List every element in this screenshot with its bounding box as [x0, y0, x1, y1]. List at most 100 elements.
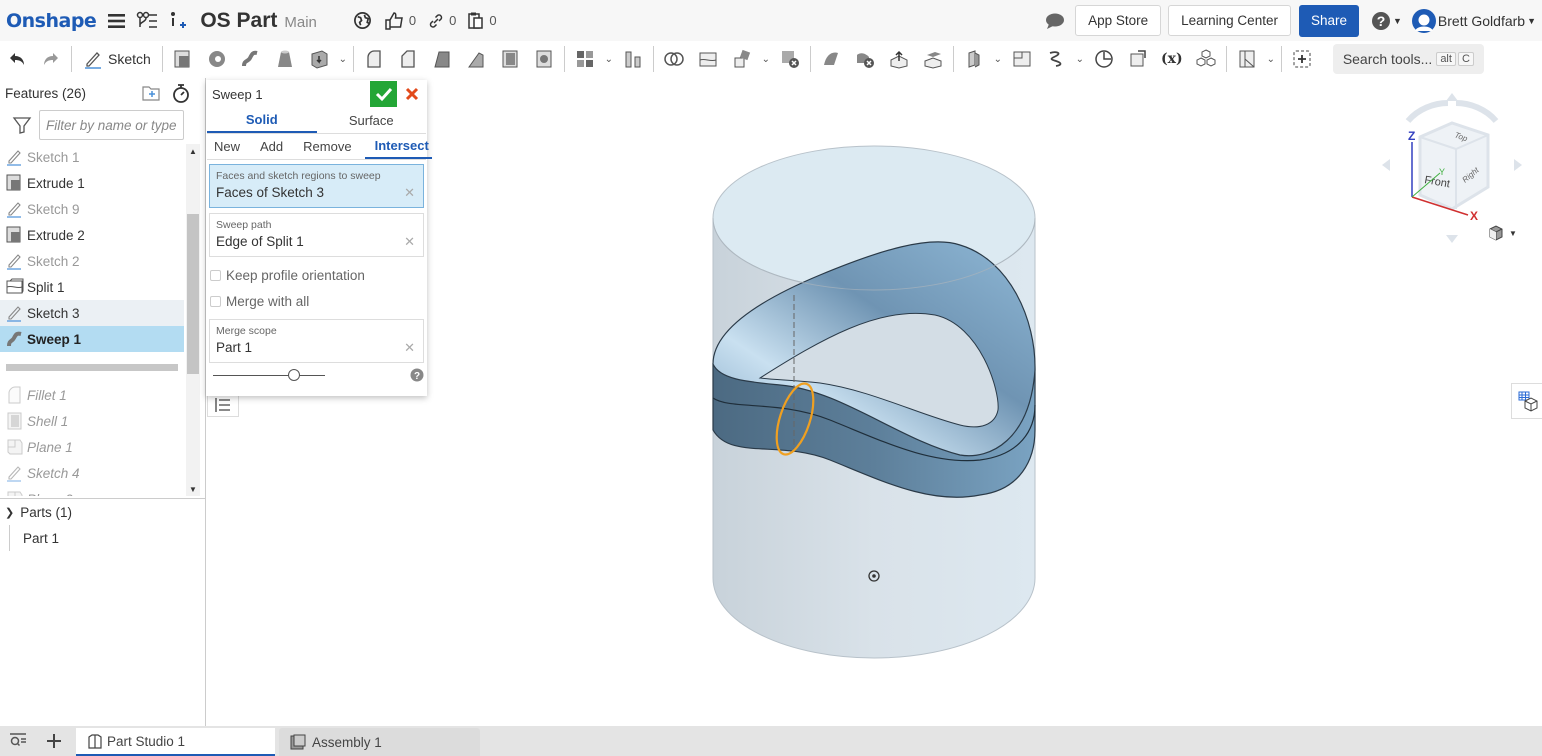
- faces-to-sweep-field[interactable]: Faces and sketch regions to sweep Faces …: [209, 164, 424, 208]
- tab-intersect[interactable]: Intersect: [364, 134, 432, 159]
- comments-icon[interactable]: [1045, 12, 1065, 30]
- tab-part-studio-1[interactable]: Part Studio 1: [76, 728, 275, 756]
- feature-list-toggle[interactable]: [207, 393, 239, 417]
- rollback-bar[interactable]: [6, 364, 178, 371]
- help-icon[interactable]: ?: [410, 368, 424, 385]
- user-dropdown-caret[interactable]: ▼: [1527, 16, 1536, 26]
- document-title[interactable]: OS Part: [200, 9, 277, 33]
- copy-icon[interactable]: [468, 12, 484, 30]
- measure-tool[interactable]: [1087, 44, 1121, 74]
- rotate-down-arrow[interactable]: [1446, 235, 1458, 243]
- view-mode-dropdown[interactable]: ▼: [1487, 224, 1517, 242]
- more-tools-dropdown[interactable]: ⌄: [336, 54, 350, 65]
- tab-surface[interactable]: Surface: [317, 108, 427, 133]
- plane-dropdown[interactable]: ⌄: [991, 54, 1005, 65]
- branch-name[interactable]: Main: [284, 14, 317, 31]
- menu-icon[interactable]: [108, 13, 126, 29]
- user-name[interactable]: Brett Goldfarb: [1438, 13, 1525, 29]
- checkbox-box[interactable]: [210, 295, 221, 307]
- feature-item[interactable]: Sketch 3: [0, 300, 184, 326]
- mate-connector-tool[interactable]: [1005, 44, 1039, 74]
- feature-list-scrollbar[interactable]: ▲ ▼: [186, 144, 200, 496]
- sweep-path-field[interactable]: Sweep path Edge of Split 1 ✕: [209, 213, 424, 257]
- tab-solid[interactable]: Solid: [207, 108, 317, 133]
- scroll-down-arrow[interactable]: ▼: [189, 485, 197, 494]
- section-view-dropdown[interactable]: ⌄: [1264, 54, 1278, 65]
- helix-tool[interactable]: [1039, 44, 1073, 74]
- feature-item[interactable]: Extrude 1: [0, 170, 184, 196]
- cancel-button[interactable]: [402, 83, 422, 105]
- link-icon[interactable]: [428, 13, 444, 29]
- derived-tool[interactable]: [1121, 44, 1155, 74]
- tab-remove[interactable]: Remove: [298, 134, 356, 159]
- version-history-icon[interactable]: [136, 11, 158, 31]
- tab-manager-icon[interactable]: [9, 733, 27, 749]
- undo-button[interactable]: [0, 44, 34, 74]
- feature-item[interactable]: Plane 2: [0, 486, 184, 496]
- add-tab-icon[interactable]: [46, 733, 62, 749]
- section-view-tool[interactable]: [1230, 44, 1264, 74]
- learning-center-button[interactable]: Learning Center: [1168, 5, 1291, 36]
- transform-tool[interactable]: [725, 44, 759, 74]
- search-tools-input[interactable]: Search tools... alt C: [1332, 44, 1484, 74]
- rotate-up-arrow[interactable]: [1446, 93, 1458, 101]
- sketch-button[interactable]: Sketch: [75, 44, 159, 74]
- split-tool[interactable]: [691, 44, 725, 74]
- plane-tool[interactable]: [957, 44, 991, 74]
- feature-item[interactable]: Plane 1: [0, 434, 184, 460]
- tab-assembly-1[interactable]: Assembly 1: [279, 728, 480, 756]
- part-item[interactable]: Part 1: [9, 525, 205, 551]
- roll-right-arrow[interactable]: [1455, 100, 1499, 124]
- parts-header[interactable]: ❯ Parts (1): [0, 499, 205, 525]
- scrollbar-thumb[interactable]: [187, 214, 199, 374]
- pattern-tool[interactable]: [568, 44, 602, 74]
- shell-tool[interactable]: [493, 44, 527, 74]
- feature-item[interactable]: Shell 1: [0, 408, 184, 434]
- scroll-up-arrow[interactable]: ▲: [189, 147, 197, 156]
- share-button[interactable]: Share: [1298, 4, 1359, 37]
- draft-tool[interactable]: [425, 44, 459, 74]
- rib-tool[interactable]: [459, 44, 493, 74]
- rotate-left-arrow[interactable]: [1382, 159, 1390, 171]
- help-icon[interactable]: ?: [1371, 11, 1391, 31]
- clear-merge-scope-icon[interactable]: ✕: [404, 340, 415, 356]
- keep-profile-orientation-checkbox[interactable]: Keep profile orientation: [206, 262, 427, 288]
- onshape-logo[interactable]: Onshape: [6, 10, 97, 32]
- transform-dropdown[interactable]: ⌄: [759, 54, 773, 65]
- slider-thumb[interactable]: [287, 369, 300, 381]
- feature-item[interactable]: Extrude 2: [0, 222, 184, 248]
- tab-new[interactable]: New: [209, 134, 245, 159]
- preview-slider[interactable]: ?: [206, 363, 427, 387]
- loft-tool[interactable]: [268, 44, 302, 74]
- help-dropdown-caret[interactable]: ▼: [1393, 16, 1402, 26]
- globe-icon[interactable]: [353, 11, 372, 30]
- modify-fillet-tool[interactable]: [814, 44, 848, 74]
- app-store-button[interactable]: App Store: [1075, 5, 1162, 36]
- thicken-tool[interactable]: [302, 44, 336, 74]
- add-custom-feature-tool[interactable]: [1285, 44, 1319, 74]
- rotate-right-arrow[interactable]: [1514, 159, 1522, 171]
- fillet-tool[interactable]: [357, 44, 391, 74]
- variable-tool[interactable]: (x): [1155, 44, 1189, 74]
- feature-item[interactable]: Sketch 2: [0, 248, 184, 274]
- checkbox-box[interactable]: [210, 269, 221, 281]
- clear-faces-icon[interactable]: ✕: [404, 185, 415, 201]
- boolean-tool[interactable]: [657, 44, 691, 74]
- extrude-tool[interactable]: [166, 44, 200, 74]
- filter-icon[interactable]: [12, 116, 32, 134]
- feature-item[interactable]: Sketch 1: [0, 144, 184, 170]
- feature-item[interactable]: Sweep 1: [0, 326, 184, 352]
- merge-with-all-checkbox[interactable]: Merge with all: [206, 288, 427, 314]
- tab-add[interactable]: Add: [255, 134, 288, 159]
- add-folder-icon[interactable]: [141, 84, 161, 102]
- like-icon[interactable]: [384, 11, 404, 31]
- rollback-timer-icon[interactable]: [171, 83, 191, 103]
- user-avatar-icon[interactable]: [1411, 8, 1436, 33]
- pattern-dropdown[interactable]: ⌄: [602, 54, 616, 65]
- merge-scope-field[interactable]: Merge scope Part 1 ✕: [209, 319, 424, 363]
- replace-face-tool[interactable]: [916, 44, 950, 74]
- accept-button[interactable]: [370, 81, 397, 107]
- feature-item[interactable]: Sketch 4: [0, 460, 184, 486]
- feature-item[interactable]: Split 1: [0, 274, 184, 300]
- clear-path-icon[interactable]: ✕: [404, 234, 415, 250]
